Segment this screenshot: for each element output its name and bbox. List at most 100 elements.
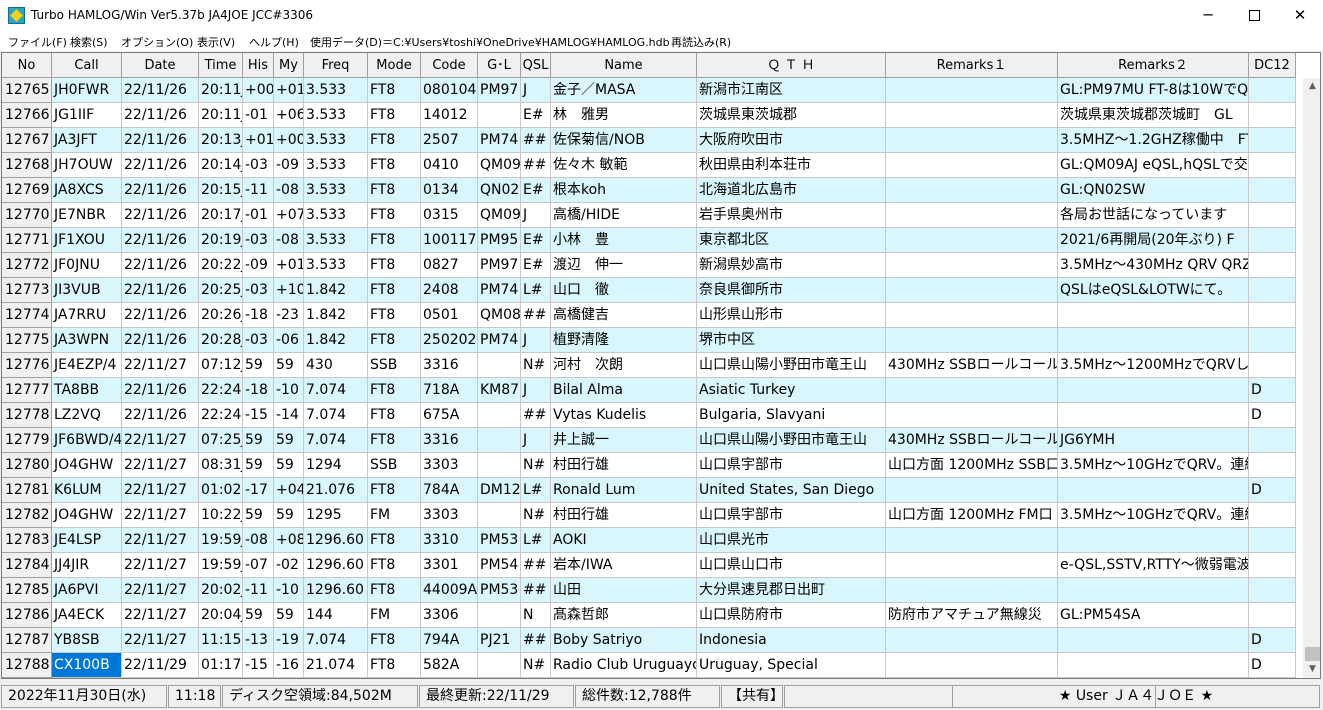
- cell-date[interactable]: 22/11/27: [122, 503, 199, 528]
- cell-call[interactable]: JI3VUB: [52, 278, 122, 303]
- cell-dc12[interactable]: [1249, 178, 1296, 203]
- cell-his[interactable]: -15: [243, 403, 274, 428]
- table-row[interactable]: 12785 JA6PVI 22/11/27 20:02J -11 -10 1296.60 FT…: [2, 578, 1300, 603]
- cell-code[interactable]: 3316: [421, 428, 478, 453]
- cell-mode[interactable]: FT8: [368, 428, 421, 453]
- cell-date[interactable]: 22/11/26: [122, 153, 199, 178]
- cell-remarks2[interactable]: [1058, 528, 1249, 553]
- cell-no[interactable]: 12766: [2, 103, 52, 128]
- cell-name[interactable]: 河村 次朗: [551, 353, 697, 378]
- cell-name[interactable]: 山口 徹: [551, 278, 697, 303]
- cell-mode[interactable]: FM: [368, 503, 421, 528]
- cell-call[interactable]: JA6PVI: [52, 578, 122, 603]
- cell-my[interactable]: -10: [274, 578, 304, 603]
- cell-gl[interactable]: PM54: [478, 553, 521, 578]
- cell-freq[interactable]: 1296.60: [304, 578, 368, 603]
- column-header-code[interactable]: Code: [421, 53, 478, 78]
- cell-call[interactable]: JO4GHW: [52, 503, 122, 528]
- cell-no[interactable]: 12773: [2, 278, 52, 303]
- cell-qth[interactable]: 奈良県御所市: [697, 278, 886, 303]
- cell-time[interactable]: 20:28J: [199, 328, 243, 353]
- cell-mode[interactable]: FM: [368, 603, 421, 628]
- cell-his[interactable]: -17: [243, 478, 274, 503]
- cell-remarks2[interactable]: 3.5MHz～430MHz QRV QRZ.C: [1058, 253, 1249, 278]
- cell-qth[interactable]: 大分県速見郡日出町: [697, 578, 886, 603]
- cell-remarks1[interactable]: [886, 553, 1058, 578]
- cell-mode[interactable]: FT8: [368, 278, 421, 303]
- cell-name[interactable]: Ronald Lum: [551, 478, 697, 503]
- cell-freq[interactable]: 144: [304, 603, 368, 628]
- cell-gl[interactable]: DM12: [478, 478, 521, 503]
- cell-dc12[interactable]: [1249, 303, 1296, 328]
- cell-name[interactable]: Radio Club Uruguayo: [551, 653, 697, 678]
- cell-mode[interactable]: FT8: [368, 228, 421, 253]
- cell-call[interactable]: JE7NBR: [52, 203, 122, 228]
- cell-no[interactable]: 12767: [2, 128, 52, 153]
- table-row[interactable]: 12770 JE7NBR 22/11/26 20:17J -01 +07 3.533 FT8 0…: [2, 203, 1300, 228]
- cell-his[interactable]: -03: [243, 153, 274, 178]
- cell-remarks1[interactable]: 430MHz SSBロールコール: [886, 353, 1058, 378]
- cell-call[interactable]: TA8BB: [52, 378, 122, 403]
- cell-code[interactable]: 2507: [421, 128, 478, 153]
- cell-freq[interactable]: 3.533: [304, 228, 368, 253]
- cell-name[interactable]: 村田行雄: [551, 503, 697, 528]
- cell-call[interactable]: JA7RRU: [52, 303, 122, 328]
- cell-time[interactable]: 11:15U: [199, 628, 243, 653]
- cell-gl[interactable]: [478, 453, 521, 478]
- cell-freq[interactable]: 1.842: [304, 278, 368, 303]
- cell-qsl[interactable]: J: [521, 378, 551, 403]
- cell-remarks2[interactable]: JG6YMH: [1058, 428, 1249, 453]
- cell-freq[interactable]: 1296.60: [304, 553, 368, 578]
- cell-time[interactable]: 20:02J: [199, 578, 243, 603]
- cell-name[interactable]: 渡辺 伸一: [551, 253, 697, 278]
- close-button[interactable]: ✕: [1277, 0, 1323, 31]
- cell-my[interactable]: -08: [274, 228, 304, 253]
- cell-time[interactable]: 01:17U: [199, 653, 243, 678]
- cell-mode[interactable]: SSB: [368, 353, 421, 378]
- cell-call[interactable]: JF1XOU: [52, 228, 122, 253]
- cell-date[interactable]: 22/11/27: [122, 353, 199, 378]
- cell-name[interactable]: 金子／MASA: [551, 78, 697, 103]
- cell-time[interactable]: 20:11J: [199, 78, 243, 103]
- cell-code[interactable]: 0315: [421, 203, 478, 228]
- cell-code[interactable]: 3301: [421, 553, 478, 578]
- cell-gl[interactable]: PM74: [478, 278, 521, 303]
- column-header-remarks1[interactable]: Remarks１: [886, 53, 1058, 78]
- cell-qth[interactable]: Bulgaria, Slavyani: [697, 403, 886, 428]
- cell-no[interactable]: 12765: [2, 78, 52, 103]
- cell-qsl[interactable]: J: [521, 78, 551, 103]
- cell-my[interactable]: 59: [274, 453, 304, 478]
- cell-remarks1[interactable]: [886, 528, 1058, 553]
- cell-my[interactable]: -06: [274, 328, 304, 353]
- cell-time[interactable]: 20:14J: [199, 153, 243, 178]
- cell-my[interactable]: +10: [274, 278, 304, 303]
- cell-my[interactable]: -16: [274, 653, 304, 678]
- menu-help[interactable]: ヘルプ(H): [249, 34, 299, 50]
- cell-date[interactable]: 22/11/26: [122, 253, 199, 278]
- cell-remarks1[interactable]: [886, 628, 1058, 653]
- cell-mode[interactable]: FT8: [368, 78, 421, 103]
- cell-my[interactable]: 59: [274, 353, 304, 378]
- cell-qth[interactable]: 大阪府吹田市: [697, 128, 886, 153]
- cell-date[interactable]: 22/11/26: [122, 128, 199, 153]
- cell-time[interactable]: 20:15J: [199, 178, 243, 203]
- cell-remarks1[interactable]: [886, 378, 1058, 403]
- table-row[interactable]: 12767 JA3JFT 22/11/26 20:13J +01 +00 3.533 FT8 2…: [2, 128, 1300, 153]
- cell-code[interactable]: 0501: [421, 303, 478, 328]
- cell-dc12[interactable]: [1249, 528, 1296, 553]
- cell-date[interactable]: 22/11/26: [122, 278, 199, 303]
- cell-remarks2[interactable]: GL:PM54SA: [1058, 603, 1249, 628]
- scroll-down-arrow-icon[interactable]: ▼: [1303, 661, 1320, 678]
- cell-remarks2[interactable]: [1058, 628, 1249, 653]
- cell-gl[interactable]: QM09: [478, 153, 521, 178]
- cell-my[interactable]: -10: [274, 378, 304, 403]
- cell-freq[interactable]: 21.076: [304, 478, 368, 503]
- cell-remarks1[interactable]: [886, 653, 1058, 678]
- table-row[interactable]: 12786 JA4ECK 22/11/27 20:04J 59 59 144 FM 3306 N 髙…: [2, 603, 1300, 628]
- cell-time[interactable]: 19:59J: [199, 528, 243, 553]
- cell-his[interactable]: 59: [243, 453, 274, 478]
- column-header-gl[interactable]: G･L: [478, 53, 521, 78]
- cell-no[interactable]: 12782: [2, 503, 52, 528]
- cell-dc12[interactable]: [1249, 78, 1296, 103]
- cell-dc12[interactable]: D: [1249, 403, 1296, 428]
